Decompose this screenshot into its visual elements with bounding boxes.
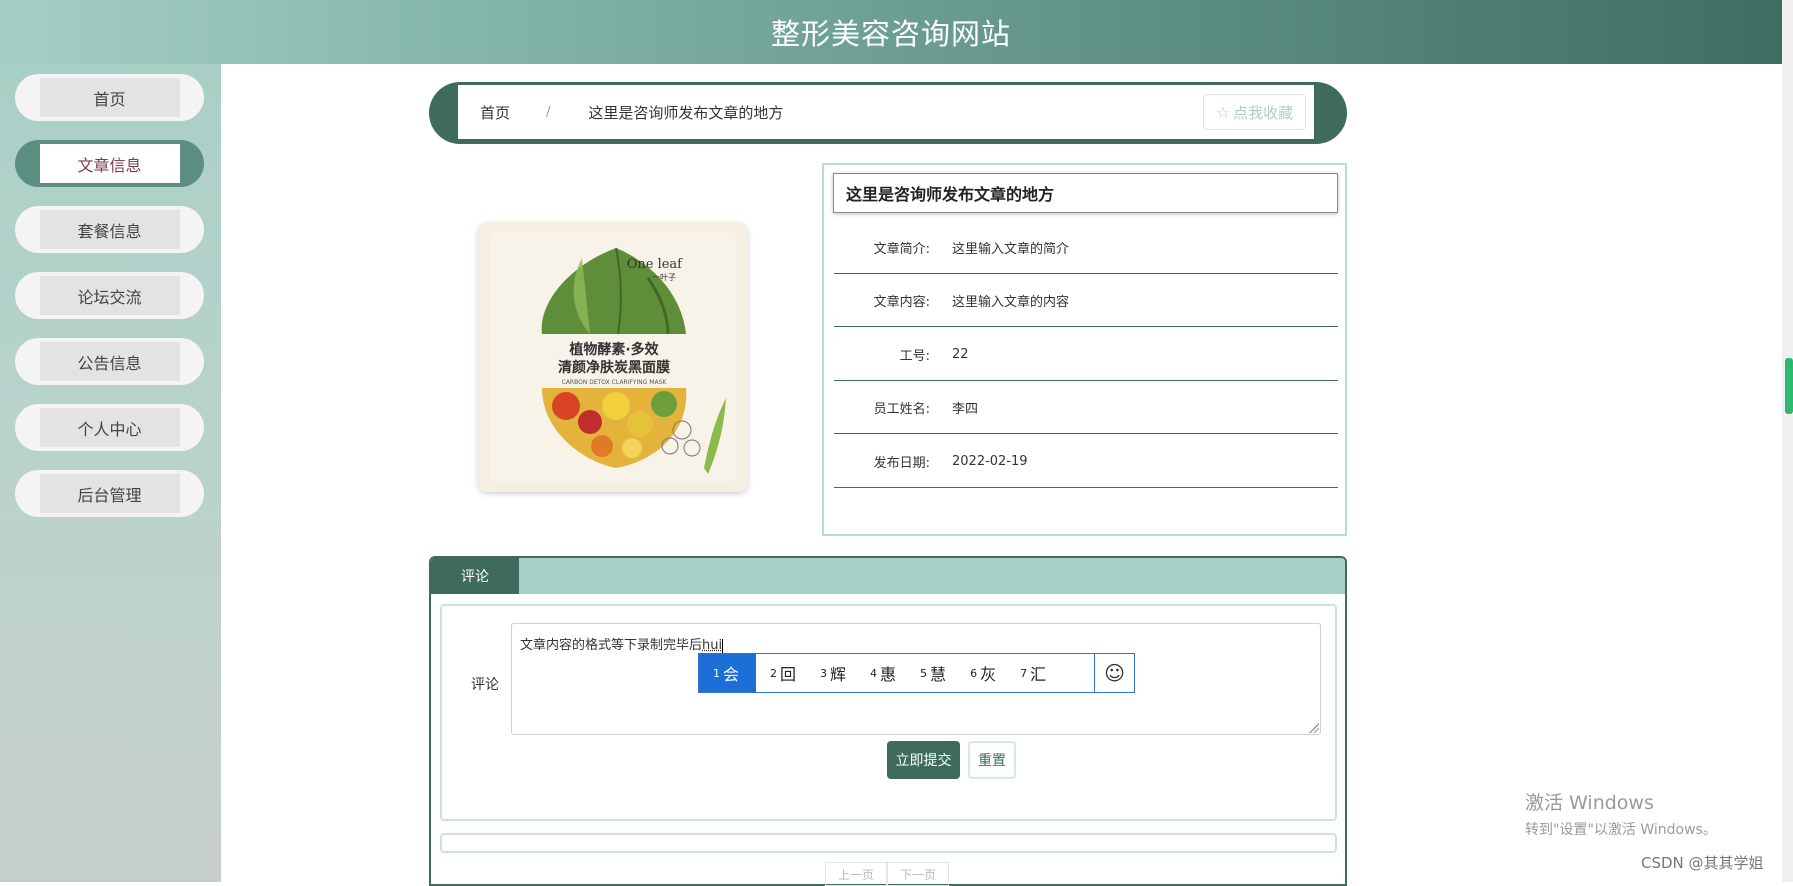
text-caret [722,639,723,653]
info-label: 员工姓名: [834,398,930,417]
ime-candidate-text: 惠 [880,661,896,685]
sidebar: 首页 文章信息 套餐信息 论坛交流 公告信息 个人中心 后台管理 [0,64,221,882]
product-line2: 清颜净肤炭黑面膜 [558,359,670,376]
next-page-button[interactable]: 下一页 [887,862,949,886]
ime-candidate-number: 1 [713,667,720,680]
info-label: 文章内容: [834,291,930,310]
ime-candidate[interactable]: 3辉 [806,654,856,692]
site-header: 整形美容咨询网站 [0,0,1782,64]
info-row-employee-id: 工号: 22 [834,328,1338,381]
nav-forum[interactable]: 论坛交流 [15,272,204,319]
info-row-content: 文章内容: 这里输入文章的内容 [834,274,1338,327]
nav-label: 套餐信息 [40,210,180,249]
nav-label: 论坛交流 [40,276,180,315]
tab-comments[interactable]: 评论 [431,558,519,594]
favorite-button[interactable]: ☆ 点我收藏 [1203,94,1306,130]
info-value: 这里输入文章的内容 [952,291,1069,310]
page-scrollbar[interactable] [1782,0,1793,882]
ime-candidate-text: 回 [780,661,796,685]
info-row-employee-name: 员工姓名: 李四 [834,381,1338,434]
ime-candidate-number: 6 [970,667,977,680]
nav-label: 首页 [40,78,180,117]
breadcrumb-bar: 首页 / 这里是咨询师发布文章的地方 ☆ 点我收藏 [458,85,1314,139]
submit-button[interactable]: 立即提交 [887,741,960,779]
ime-candidate-number: 2 [770,667,777,680]
info-value: 这里输入文章的简介 [952,238,1069,257]
nav-label: 个人中心 [40,408,180,447]
ime-candidate-number: 5 [920,667,927,680]
comment-form: 评论 文章内容的格式等下录制完毕后hui 立即提交 重置 [440,604,1337,821]
scrollbar-thumb[interactable] [1785,358,1793,414]
comment-list [440,833,1337,853]
comment-section: 评论 评论 文章内容的格式等下录制完毕后hui 立即提交 重置 上一页 下一页 [429,556,1347,886]
info-label: 文章简介: [834,238,930,257]
nav-profile[interactable]: 个人中心 [15,404,204,451]
ime-candidate-bar: 1会 2回 3辉 4惠 5慧 6灰 7汇 ☺ [698,653,1135,693]
ime-candidate[interactable]: 6灰 [956,654,1006,692]
windows-activation-watermark: 激活 Windows 转到"设置"以激活 Windows。 [1525,788,1717,839]
ime-candidate-text: 汇 [1030,661,1046,685]
breadcrumb: 首页 / 这里是咨询师发布文章的地方 ☆ 点我收藏 [429,82,1347,144]
favorite-label: 点我收藏 [1233,102,1293,123]
nav-articles[interactable]: 文章信息 [15,140,204,187]
reset-button[interactable]: 重置 [968,741,1016,779]
ime-candidate-text: 辉 [830,661,846,685]
comment-text: 文章内容的格式等下录制完毕后 [520,638,702,653]
nav-admin[interactable]: 后台管理 [15,470,204,517]
smiley-icon[interactable]: ☺ [1094,654,1134,692]
ime-candidate[interactable]: 2回 [756,654,806,692]
breadcrumb-home[interactable]: 首页 [480,102,510,123]
site-title: 整形美容咨询网站 [771,11,1011,53]
ime-candidate[interactable]: 5慧 [906,654,956,692]
watermark-line2: 转到"设置"以激活 Windows。 [1525,819,1717,839]
article-info-panel: 这里是咨询师发布文章的地方 文章简介: 这里输入文章的简介 文章内容: 这里输入… [822,163,1347,536]
info-value: 22 [952,347,969,362]
nav-label: 公告信息 [40,342,180,381]
info-label: 发布日期: [834,452,930,471]
ime-candidate-text: 灰 [980,661,996,685]
breadcrumb-separator: / [546,105,550,120]
pagination: 上一页 下一页 [825,862,949,886]
ime-candidate-number: 3 [820,667,827,680]
comment-form-label: 评论 [471,674,499,694]
info-value: 2022-02-19 [952,454,1028,469]
info-row-publish-date: 发布日期: 2022-02-19 [834,435,1338,488]
star-outline-icon: ☆ [1216,103,1230,122]
nav-announcements[interactable]: 公告信息 [15,338,204,385]
ime-candidate[interactable]: 4惠 [856,654,906,692]
ime-candidate-number: 4 [870,667,877,680]
nav-label: 文章信息 [40,144,180,183]
product-line1: 植物酵素·多效 [568,341,659,358]
ime-candidate[interactable]: 7汇 [1006,654,1056,692]
nav-home[interactable]: 首页 [15,74,204,121]
comment-tab-bar: 评论 [431,558,1345,594]
breadcrumb-current: 这里是咨询师发布文章的地方 [588,102,783,123]
info-row-summary: 文章简介: 这里输入文章的简介 [834,221,1338,274]
comment-composing-text: hui [702,638,722,653]
article-title: 这里是咨询师发布文章的地方 [833,173,1338,213]
brand-logo-cn: 一叶子 [652,273,676,282]
resize-grip-icon[interactable] [1309,723,1319,733]
info-value: 李四 [952,398,978,417]
product-line3: CARBON DETOX CLARIFYING MASK [562,379,668,386]
ime-candidate[interactable]: 1会 [699,654,756,692]
ime-candidate-text: 会 [723,661,739,685]
brand-logo-text: One leaf [627,257,683,272]
csdn-watermark: CSDN @其其学姐 [1641,852,1764,873]
nav-label: 后台管理 [40,474,180,513]
info-label: 工号: [834,345,930,364]
nav-packages[interactable]: 套餐信息 [15,206,204,253]
ime-candidate-text: 慧 [930,661,946,685]
watermark-line1: 激活 Windows [1525,788,1717,815]
prev-page-button[interactable]: 上一页 [825,862,887,886]
ime-candidate-number: 7 [1020,667,1027,680]
article-cover-image: One leaf 一叶子 植物酵素·多效 清颜净肤炭黑面膜 CARBON DET… [472,218,760,500]
